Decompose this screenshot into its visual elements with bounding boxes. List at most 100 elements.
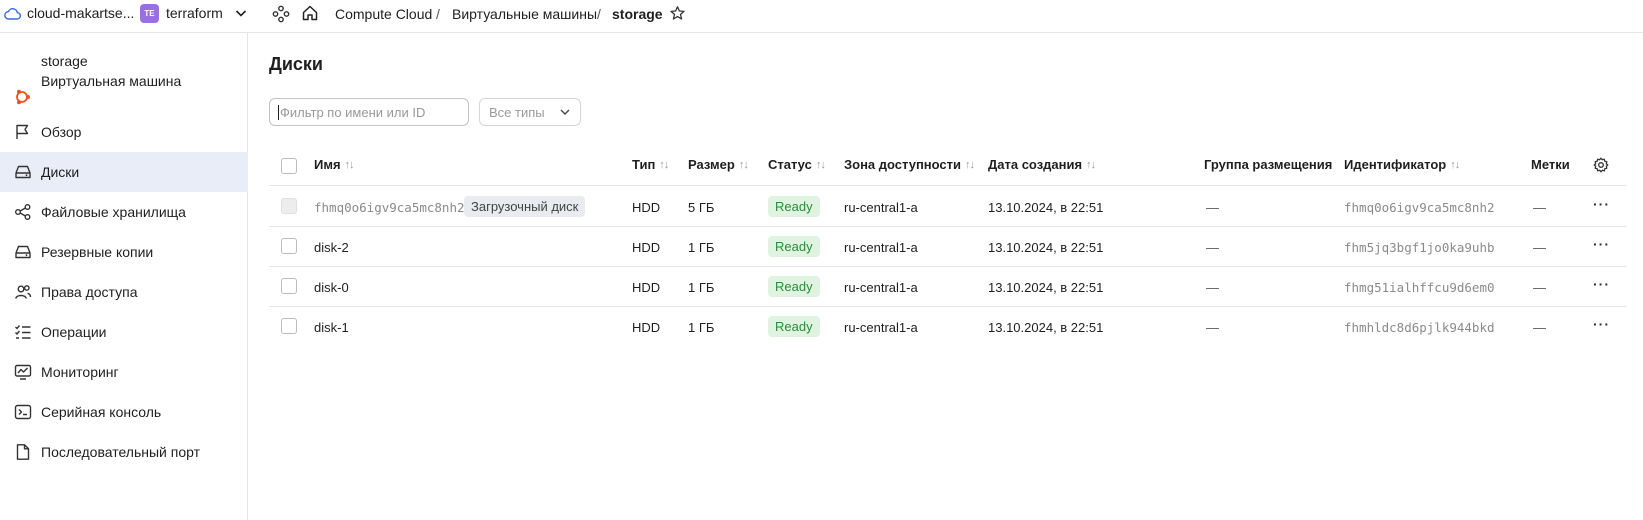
- sort-icon: ↑↓: [1450, 158, 1460, 171]
- status-badge: Ready: [768, 236, 820, 257]
- disk-labels: —: [1533, 240, 1546, 255]
- disk-size: 1 ГБ: [688, 240, 715, 255]
- row-actions-button[interactable]: ···: [1593, 276, 1610, 292]
- sidebar-item-serial-console[interactable]: Серийная консоль: [0, 392, 248, 432]
- column-zone-label: Зона доступности: [844, 157, 962, 172]
- chevron-down-icon: [559, 106, 571, 118]
- breadcrumb-compute-cloud[interactable]: Compute Cloud: [335, 6, 432, 22]
- breadcrumb-vms[interactable]: Виртуальные машины: [452, 6, 597, 22]
- breadcrumb-separator: /: [436, 6, 440, 22]
- disk-group: —: [1206, 200, 1219, 215]
- cloud-selector[interactable]: cloud-makartse...: [4, 5, 134, 21]
- sidebar-item-backups[interactable]: Резервные копии: [0, 232, 248, 272]
- column-type[interactable]: Тип ↑↓: [632, 157, 669, 172]
- column-group-label: Группа размещения: [1204, 157, 1333, 172]
- sidebar: storage Виртуальная машина Обзор Диски Ф…: [0, 33, 248, 520]
- disk-type: HDD: [632, 240, 661, 255]
- sidebar-item-operations[interactable]: Операции: [0, 312, 248, 352]
- disk-type: HDD: [632, 200, 661, 215]
- disk-size: 1 ГБ: [688, 320, 715, 335]
- disk-size: 5 ГБ: [688, 200, 715, 215]
- sort-icon: ↑↓: [965, 158, 975, 171]
- users-icon: [13, 283, 33, 301]
- column-size[interactable]: Размер ↑↓: [688, 157, 749, 172]
- sidebar-item-file-storage[interactable]: Файловые хранилища: [0, 192, 248, 232]
- disk-type: HDD: [632, 320, 661, 335]
- column-zone[interactable]: Зона доступности ↑↓: [844, 157, 975, 172]
- column-group: Группа размещения: [1204, 157, 1332, 172]
- row-actions-button[interactable]: ···: [1593, 236, 1610, 252]
- sidebar-item-label: Обзор: [41, 124, 82, 140]
- status-badge: Ready: [768, 316, 820, 337]
- monitor-chart-icon: [13, 363, 33, 381]
- row-divider: [269, 266, 1626, 267]
- column-name-label: Имя: [314, 157, 341, 172]
- column-labels: Метки: [1531, 157, 1570, 172]
- disk-zone: ru-central1-a: [844, 320, 918, 335]
- sidebar-item-label: Резервные копии: [41, 244, 154, 260]
- sidebar-item-label: Файловые хранилища: [41, 204, 186, 220]
- sidebar-item-label: Последовательный порт: [41, 444, 201, 460]
- disk-name[interactable]: disk-0: [314, 280, 349, 295]
- sidebar-item-disks[interactable]: Диски: [0, 152, 248, 192]
- disk-name[interactable]: fhmq0o6igv9ca5mc8nh2: [314, 200, 465, 215]
- row-checkbox[interactable]: [281, 278, 297, 294]
- column-id-label: Идентификатор: [1344, 157, 1447, 172]
- type-select[interactable]: Все типы: [479, 98, 581, 126]
- disk-zone: ru-central1-a: [844, 280, 918, 295]
- sidebar-item-label: Операции: [41, 324, 107, 340]
- page-title: Диски: [269, 54, 323, 74]
- breadcrumb-current: storage: [612, 6, 663, 22]
- column-name[interactable]: Имя ↑↓: [314, 157, 355, 172]
- column-status-label: Статус: [768, 157, 812, 172]
- backup-disk-icon: [13, 243, 33, 261]
- sidebar-item-access[interactable]: Права доступа: [0, 272, 248, 312]
- chevron-down-icon[interactable]: [234, 6, 248, 20]
- disk-group: —: [1206, 320, 1219, 335]
- text-cursor: [278, 104, 279, 120]
- row-actions-button[interactable]: ···: [1593, 316, 1610, 332]
- disk-group: —: [1206, 240, 1219, 255]
- disk-name[interactable]: disk-2: [314, 240, 349, 255]
- star-icon[interactable]: [669, 5, 686, 22]
- disk-created: 13.10.2024, в 22:51: [988, 200, 1104, 215]
- row-actions-button[interactable]: ···: [1593, 196, 1610, 212]
- disk-name[interactable]: disk-1: [314, 320, 349, 335]
- home-icon[interactable]: [301, 4, 319, 22]
- terminal-icon: [13, 403, 33, 421]
- disk-created: 13.10.2024, в 22:51: [988, 240, 1104, 255]
- breadcrumb-separator: /: [597, 6, 601, 22]
- disk-id: fhmhldc8d6pjlk944bkd: [1344, 320, 1495, 335]
- cloud-icon: [4, 7, 21, 20]
- search-input[interactable]: Фильтр по имени или ID: [269, 98, 469, 126]
- column-size-label: Размер: [688, 157, 735, 172]
- top-bar: cloud-makartse... TE terraform Compute C…: [0, 0, 1643, 33]
- disk-size: 1 ГБ: [688, 280, 715, 295]
- sidebar-item-serial-port[interactable]: Последовательный порт: [0, 432, 248, 472]
- boot-disk-label: Загрузочный диск: [464, 196, 586, 217]
- services-icon[interactable]: [272, 5, 290, 23]
- gear-icon[interactable]: [1593, 157, 1609, 173]
- disk-labels: —: [1533, 320, 1546, 335]
- disk-created: 13.10.2024, в 22:51: [988, 320, 1104, 335]
- disk-labels: —: [1533, 280, 1546, 295]
- sort-icon: ↑↓: [815, 158, 826, 171]
- sidebar-item-overview[interactable]: Обзор: [0, 112, 248, 152]
- folder-avatar[interactable]: TE: [140, 4, 159, 23]
- checklist-icon: [13, 323, 33, 341]
- cloud-name: cloud-makartse...: [27, 5, 135, 21]
- disk-created: 13.10.2024, в 22:51: [988, 280, 1104, 295]
- row-divider: [269, 185, 1626, 186]
- column-status[interactable]: Статус ↑↓: [768, 157, 826, 172]
- row-checkbox[interactable]: [281, 238, 297, 254]
- disk-labels: —: [1533, 200, 1546, 215]
- disk-zone: ru-central1-a: [844, 240, 918, 255]
- folder-name[interactable]: terraform: [166, 5, 223, 21]
- column-created[interactable]: Дата создания ↑↓: [988, 157, 1096, 172]
- disk-id: fhmq0o6igv9ca5mc8nh2: [1344, 200, 1495, 215]
- disk-group: —: [1206, 280, 1219, 295]
- column-id[interactable]: Идентификатор ↑↓: [1344, 157, 1460, 172]
- sidebar-item-monitoring[interactable]: Мониторинг: [0, 352, 248, 392]
- row-checkbox[interactable]: [281, 318, 297, 334]
- select-all-checkbox[interactable]: [281, 158, 297, 174]
